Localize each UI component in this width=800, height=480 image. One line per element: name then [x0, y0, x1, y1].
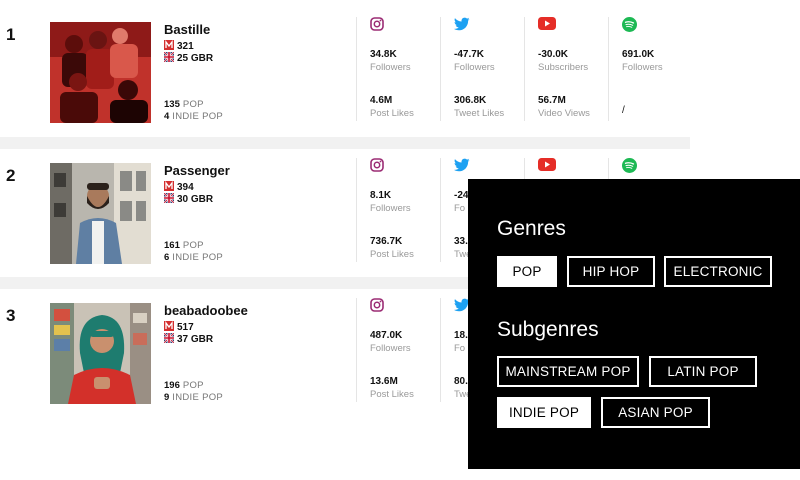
twitter-likes-value: 80. [454, 376, 468, 387]
genre-label: POP [182, 380, 204, 391]
subgenre-rank-value: 4 [164, 111, 170, 122]
youtube-subscribers-value: -30.0K [538, 49, 569, 60]
genres-heading: Genres [497, 217, 566, 240]
rank-number: 3 [6, 306, 16, 325]
subgenre-label: INDIE POP [172, 111, 224, 122]
instagram-followers-value: 487.0K [370, 330, 403, 341]
instagram-likes-label: Post Likes [370, 249, 414, 260]
subgenre-rank-value: 6 [164, 252, 170, 263]
country-rank-value: 30 GBR [177, 194, 214, 205]
instagram-icon [370, 17, 384, 36]
instagram-followers-label: Followers [370, 203, 411, 214]
rank-number: 1 [6, 25, 16, 44]
twitter-followers-value: -24 [454, 190, 469, 201]
youtube-icon [538, 17, 556, 35]
genre-chip-pop[interactable]: POP [497, 256, 557, 287]
artist-photo[interactable] [50, 163, 151, 264]
subgenre-rank: 4 INDIE POP [164, 111, 223, 122]
twitter-likes-value: 33. [454, 236, 468, 247]
country-rank: 30 GBR [163, 192, 214, 206]
artist-row-1[interactable]: 1 Bastille 321 25 GBR 135 POP 4 INDIE POP [0, 17, 690, 149]
genre-label: POP [182, 240, 204, 251]
twitter-followers-label: Followers [454, 62, 495, 73]
genre-rank: 196 POP [164, 380, 204, 391]
youtube-icon [538, 158, 556, 176]
spotify-icon [622, 158, 637, 178]
chart-rank-value: 517 [177, 322, 194, 333]
country-rank: 37 GBR [163, 332, 214, 346]
country-rank: 25 GBR [163, 51, 214, 65]
instagram-likes-value: 736.7K [370, 236, 403, 247]
twitter-icon [454, 158, 470, 177]
instagram-followers-label: Followers [370, 62, 411, 73]
genre-filter-panel: Genres POP HIP HOP ELECTRONIC Subgenres … [468, 179, 800, 469]
spotify-icon [622, 17, 637, 37]
chart-rank-value: 321 [177, 41, 194, 52]
instagram-likes-label: Post Likes [370, 389, 414, 400]
subgenre-chip-indie-pop[interactable]: INDIE POP [497, 397, 591, 428]
country-rank-value: 25 GBR [177, 53, 214, 64]
instagram-likes-value: 13.6M [370, 376, 398, 387]
spotify-followers-label: Followers [622, 62, 663, 73]
artist-photo[interactable] [50, 22, 151, 123]
subgenres-heading: Subgenres [497, 318, 599, 341]
twitter-followers-value: -47.7K [454, 49, 485, 60]
spotify-stats[interactable]: 691.0K Followers / [608, 17, 692, 121]
genre-chip-electronic[interactable]: ELECTRONIC [664, 256, 772, 287]
artist-name[interactable]: beabadoobee [164, 303, 248, 318]
instagram-icon [370, 298, 384, 317]
uk-flag-icon [163, 192, 175, 206]
spotify-second-value: / [622, 105, 625, 116]
instagram-followers-value: 34.8K [370, 49, 397, 60]
artist-name[interactable]: Bastille [164, 22, 210, 37]
twitter-likes-value: 306.8K [454, 95, 487, 106]
genre-rank: 135 POP [164, 99, 204, 110]
genre-chip-hip-hop[interactable]: HIP HOP [567, 256, 655, 287]
youtube-views-label: Video Views [538, 108, 590, 119]
instagram-likes-label: Post Likes [370, 108, 414, 119]
subgenre-rank: 9 INDIE POP [164, 392, 223, 403]
country-rank-value: 37 GBR [177, 334, 214, 345]
artist-photo[interactable] [50, 303, 151, 404]
instagram-followers-value: 8.1K [370, 190, 392, 201]
twitter-followers-label: Fo [454, 343, 466, 354]
row-divider [0, 137, 690, 149]
instagram-likes-value: 4.6M [370, 95, 393, 106]
genre-label: POP [182, 99, 204, 110]
twitter-icon [454, 17, 470, 36]
subgenre-label: INDIE POP [172, 252, 224, 263]
genre-rank-value: 135 [164, 99, 180, 110]
uk-flag-icon [163, 332, 175, 346]
youtube-views-value: 56.7M [538, 95, 566, 106]
subgenre-chip-latin-pop[interactable]: LATIN POP [649, 356, 757, 387]
uk-flag-icon [163, 51, 175, 65]
twitter-followers-label: Fo [454, 203, 466, 214]
instagram-stats[interactable]: 8.1K Followers 736.7K Post Likes [356, 158, 440, 262]
spotify-followers-value: 691.0K [622, 49, 655, 60]
twitter-stats[interactable]: -47.7K Followers 306.8K Tweet Likes [440, 17, 524, 121]
instagram-stats[interactable]: 34.8K Followers 4.6M Post Likes [356, 17, 440, 121]
genre-rank: 161 POP [164, 240, 204, 251]
youtube-stats[interactable]: -30.0K Subscribers 56.7M Video Views [524, 17, 608, 121]
instagram-stats[interactable]: 487.0K Followers 13.6M Post Likes [356, 298, 440, 402]
subgenre-label: INDIE POP [172, 392, 224, 403]
subgenre-rank: 6 INDIE POP [164, 252, 223, 263]
subgenre-rank-value: 9 [164, 392, 170, 403]
genre-rank-value: 196 [164, 380, 180, 391]
instagram-followers-label: Followers [370, 343, 411, 354]
artist-name[interactable]: Passenger [164, 163, 230, 178]
instagram-icon [370, 158, 384, 177]
subgenre-chip-asian-pop[interactable]: ASIAN POP [601, 397, 710, 428]
twitter-likes-label: Tweet Likes [454, 108, 505, 119]
genre-rank-value: 161 [164, 240, 180, 251]
youtube-subscribers-label: Subscribers [538, 62, 589, 73]
rank-number: 2 [6, 166, 16, 185]
subgenre-chip-mainstream-pop[interactable]: MAINSTREAM POP [497, 356, 639, 387]
chart-rank-value: 394 [177, 182, 194, 193]
